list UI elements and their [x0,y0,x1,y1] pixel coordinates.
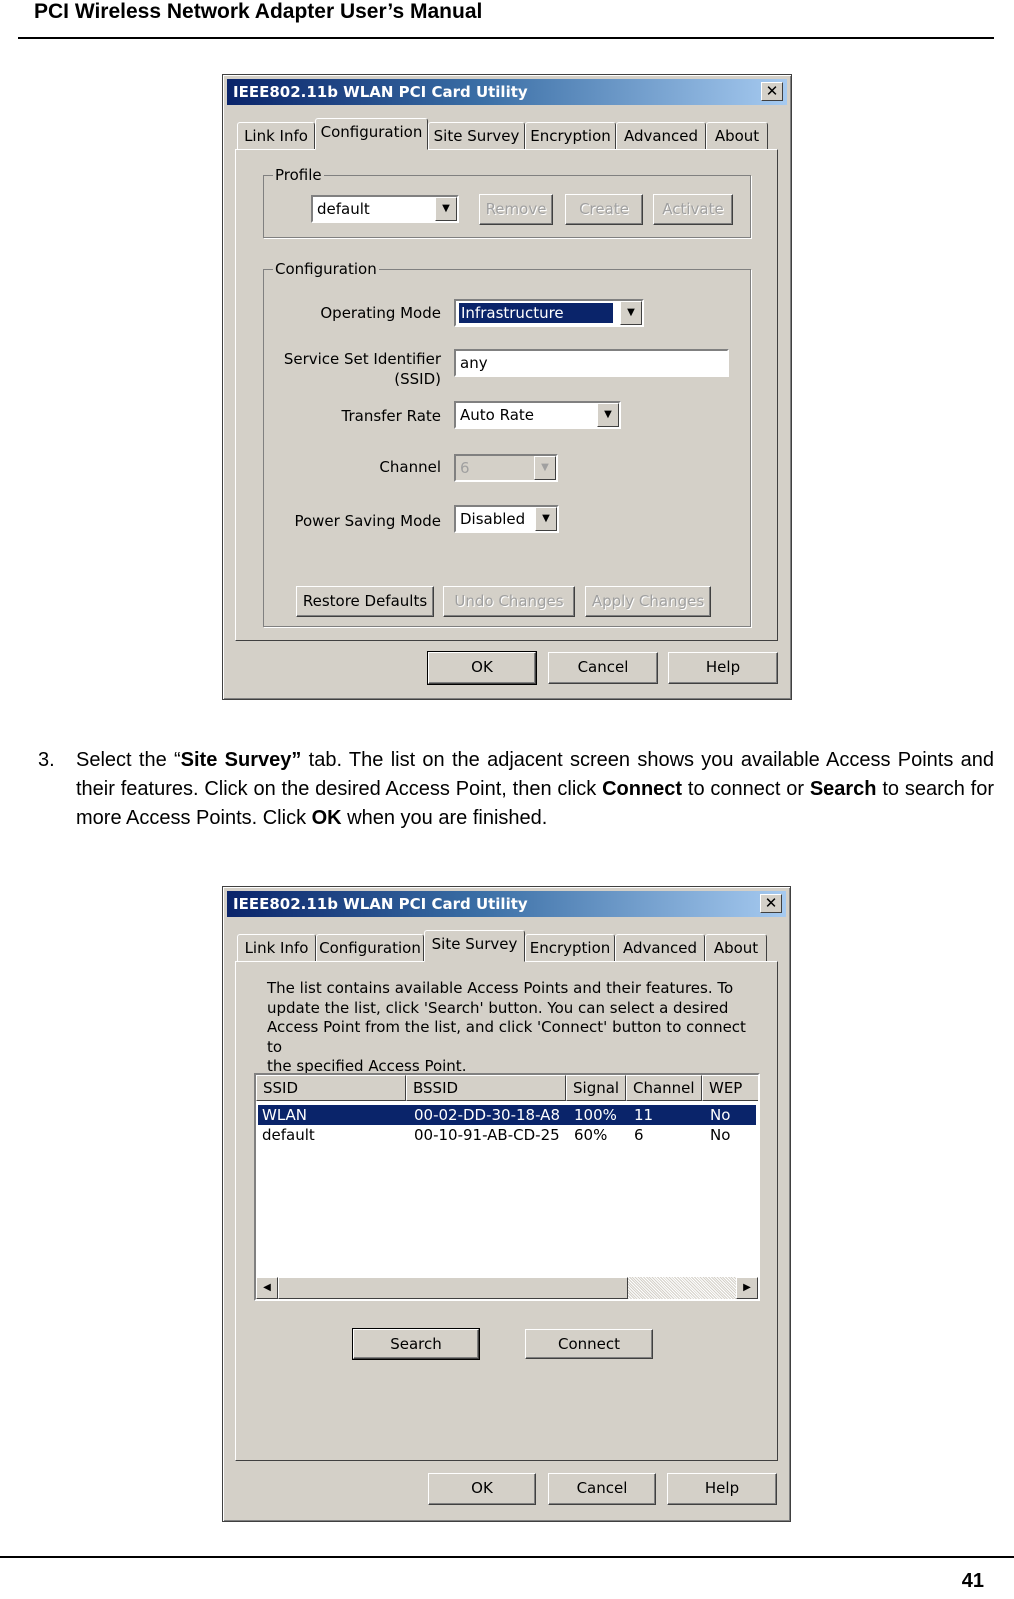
dropdown-arrow-icon[interactable]: ▼ [620,301,642,325]
access-point-list[interactable]: SSID BSSID Signal Channel WEP WLAN 00-02… [254,1073,760,1301]
tab-configuration[interactable]: Configuration [316,934,424,961]
horizontal-scrollbar[interactable]: ◀ ▶ [256,1277,758,1299]
window-title: IEEE802.11b WLAN PCI Card Utility [233,83,528,101]
cell-wep: No [710,1106,731,1124]
scroll-right-icon[interactable]: ▶ [736,1277,758,1299]
column-header-wep[interactable]: WEP [702,1075,758,1101]
tab-encryption[interactable]: Encryption [525,934,615,961]
column-header-signal[interactable]: Signal [566,1075,626,1101]
operating-mode-select[interactable]: Infrastructure ▼ [454,299,644,327]
tab-site-survey[interactable]: Site Survey [424,930,525,962]
cell-bssid: 00-10-91-AB-CD-25 [414,1126,560,1144]
cell-signal: 60% [574,1126,608,1144]
list-item[interactable]: WLAN 00-02-DD-30-18-A8 100% 11 No [258,1105,756,1125]
step-text: Select the “Site Survey” tab. The list o… [76,749,994,829]
transfer-rate-value: Auto Rate [460,406,534,424]
help-button[interactable]: Help [667,1473,777,1505]
ssid-label: Service Set Identifier [283,350,441,368]
remove-button[interactable]: Remove [479,194,553,225]
configuration-group-label: Configuration [273,260,379,278]
dropdown-arrow-icon[interactable]: ▼ [435,197,457,221]
channel-select[interactable]: 6 ▼ [454,454,558,482]
site-survey-window: IEEE802.11b WLAN PCI Card Utility ✕ Link… [222,886,791,1522]
help-button[interactable]: Help [668,652,778,684]
create-button[interactable]: Create [565,194,643,225]
restore-defaults-button[interactable]: Restore Defaults [296,586,434,617]
scroll-thumb[interactable] [278,1277,628,1299]
footer-rule [0,1556,1014,1558]
tab-about[interactable]: About [705,934,767,961]
transfer-rate-select[interactable]: Auto Rate ▼ [454,401,621,429]
tab-encryption[interactable]: Encryption [525,122,616,149]
column-header-bssid[interactable]: BSSID [406,1075,566,1101]
search-button[interactable]: Search [352,1328,480,1360]
apply-changes-button[interactable]: Apply Changes [585,586,711,617]
channel-value: 6 [460,459,470,477]
tab-link-info[interactable]: Link Info [237,934,316,961]
tab-advanced[interactable]: Advanced [616,122,706,149]
transfer-rate-label: Transfer Rate [341,407,441,425]
tab-site-survey[interactable]: Site Survey [428,122,525,149]
column-header-channel[interactable]: Channel [626,1075,702,1101]
tab-configuration[interactable]: Configuration [315,118,428,150]
profile-select[interactable]: default ▼ [311,195,459,223]
profile-group-label: Profile [273,166,324,184]
config-window: IEEE802.11b WLAN PCI Card Utility ✕ Link… [222,74,792,700]
tab-about[interactable]: About [706,122,768,149]
cell-channel: 6 [634,1126,644,1144]
page-number: 41 [961,1570,984,1592]
activate-button[interactable]: Activate [653,194,733,225]
page-header: PCI Wireless Network Adapter User’s Manu… [34,0,483,23]
close-button[interactable]: ✕ [760,894,782,913]
step-number: 3. [38,749,55,771]
site-survey-description: The list contains available Access Point… [267,979,746,1075]
title-bar[interactable]: IEEE802.11b WLAN PCI Card Utility ✕ [227,79,787,105]
ssid-input[interactable]: any [454,349,729,377]
scroll-track[interactable] [628,1277,736,1299]
cell-bssid: 00-02-DD-30-18-A8 [414,1106,560,1124]
undo-changes-button[interactable]: Undo Changes [443,586,575,617]
dropdown-arrow-icon[interactable]: ▼ [535,507,557,531]
tab-link-info[interactable]: Link Info [237,122,315,149]
cell-ssid: default [262,1126,315,1144]
power-saving-label: Power Saving Mode [294,512,441,530]
window-title: IEEE802.11b WLAN PCI Card Utility [233,895,528,913]
ok-button[interactable]: OK [428,1473,536,1505]
tab-advanced[interactable]: Advanced [615,934,705,961]
cell-signal: 100% [574,1106,617,1124]
connect-button[interactable]: Connect [525,1329,653,1359]
close-button[interactable]: ✕ [761,82,783,101]
ssid-label-abbrev: (SSID) [394,370,441,388]
ok-button[interactable]: OK [427,651,537,685]
power-saving-select[interactable]: Disabled ▼ [454,505,559,533]
channel-label: Channel [379,458,441,476]
cell-wep: No [710,1126,731,1144]
header-rule [18,37,994,39]
operating-mode-label: Operating Mode [320,304,441,322]
power-saving-value: Disabled [460,510,526,528]
list-item[interactable]: default 00-10-91-AB-CD-25 60% 6 No [258,1125,756,1145]
dropdown-arrow-icon[interactable]: ▼ [534,456,556,480]
cell-ssid: WLAN [262,1106,308,1124]
title-bar[interactable]: IEEE802.11b WLAN PCI Card Utility ✕ [227,891,786,917]
profile-value: default [317,200,370,218]
operating-mode-value: Infrastructure [459,303,613,323]
cell-channel: 11 [634,1106,654,1124]
scroll-left-icon[interactable]: ◀ [256,1277,278,1299]
column-header-ssid[interactable]: SSID [256,1075,406,1101]
cancel-button[interactable]: Cancel [548,1473,656,1505]
cancel-button[interactable]: Cancel [548,652,658,684]
dropdown-arrow-icon[interactable]: ▼ [597,403,619,427]
